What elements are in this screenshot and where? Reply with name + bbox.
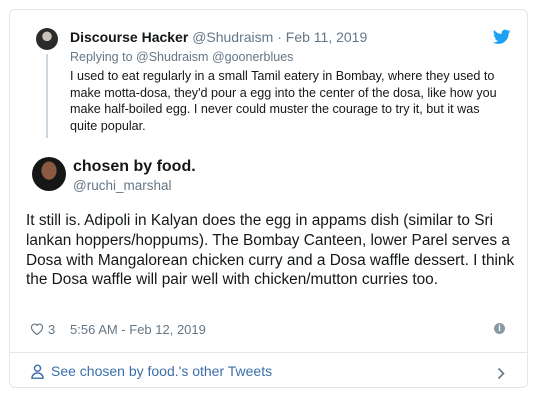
info-icon[interactable]: i	[494, 323, 505, 334]
parent-tweet-header: Discourse Hacker @Shudraism · Feb 11, 20…	[70, 29, 367, 45]
parent-author-avatar[interactable]	[36, 28, 58, 50]
footer-divider	[10, 352, 527, 353]
replying-to-line: Replying to @Shudraism @goonerblues	[70, 50, 293, 64]
main-author-avatar[interactable]	[32, 157, 66, 191]
person-icon	[31, 364, 44, 379]
see-other-tweets-label[interactable]: See chosen by food.'s other Tweets	[51, 363, 272, 379]
parent-tweet-text: I used to eat regularly in a small Tamil…	[70, 69, 497, 133]
replying-to-mentions[interactable]: @Shudraism @goonerblues	[136, 50, 293, 64]
twitter-bird-icon[interactable]	[493, 29, 511, 45]
parent-tweet-date[interactable]: Feb 11, 2019	[286, 29, 367, 45]
chevron-right-icon[interactable]	[497, 367, 505, 380]
parent-author-name[interactable]: Discourse Hacker	[70, 29, 188, 45]
heart-icon[interactable]	[30, 322, 44, 336]
like-count[interactable]: 3	[48, 322, 55, 337]
main-author-name[interactable]: chosen by food.	[73, 158, 196, 176]
header-separator: ·	[277, 29, 282, 45]
parent-author-handle[interactable]: @Shudraism	[192, 29, 273, 45]
main-author-handle[interactable]: @ruchi_marshal	[73, 178, 172, 193]
thread-connector-line	[46, 54, 48, 138]
embedded-tweet-card: Discourse Hacker @Shudraism · Feb 11, 20…	[9, 9, 528, 388]
tweet-timestamp[interactable]: 5:56 AM - Feb 12, 2019	[70, 322, 206, 337]
replying-to-label: Replying to	[70, 50, 133, 64]
parent-tweet[interactable]: Discourse Hacker @Shudraism · Feb 11, 20…	[10, 10, 527, 150]
main-tweet-text: It still is. Adipoli in Kalyan does the …	[26, 212, 515, 289]
